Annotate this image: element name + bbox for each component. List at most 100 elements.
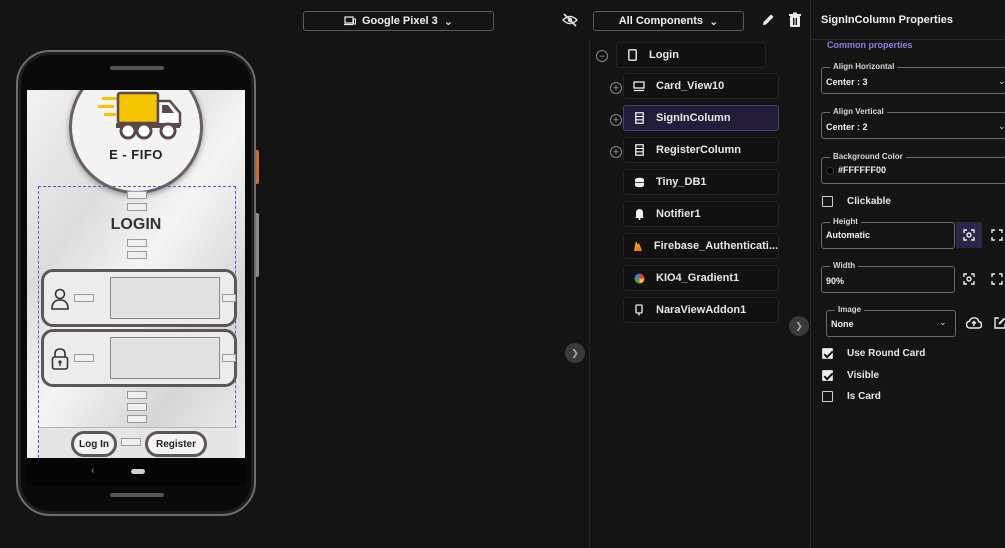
height-fill-button[interactable] [984,222,1005,248]
tree-item-signin-column[interactable]: SignInColumn [623,105,779,131]
placeholder-block [127,239,147,247]
tree-item-label: KIO4_Gradient1 [656,272,740,284]
field-label: Align Vertical [830,107,887,116]
clickable-checkbox[interactable] [822,196,833,207]
phone-power-button [256,150,259,184]
field-label: Align Horizontal [830,62,898,71]
field-label: Background Color [830,152,906,161]
tree-item-naraview-addon1[interactable]: NaraViewAddon1 [623,297,779,323]
properties-header: SignInColumn Properties [811,0,1005,40]
align-horizontal-select[interactable]: Align Horizontal Center : 3 ⌄ [821,62,1005,94]
placeholder-block [127,403,147,411]
android-nav-bar: ‹ [27,458,245,486]
back-icon[interactable]: ‹ [91,465,94,476]
field-label: Image [835,305,865,314]
tree-item-login[interactable]: Login [616,42,766,68]
chevron-down-icon: ⌄ [939,317,947,327]
tree-item-label: Tiny_DB1 [656,176,707,188]
column-icon [632,143,646,157]
phone-screen[interactable]: E - FIFO Log In Register LOGIN [27,90,245,458]
placeholder-block [74,354,94,362]
tree-item-label: Firebase_Authenticati... [653,240,778,252]
logo-circle[interactable]: E - FIFO [69,90,203,194]
align-vertical-select[interactable]: Align Vertical Center : 2 ⌄ [821,107,1005,139]
chevron-right-icon: ❯ [795,320,803,331]
tree-item-label: Login [649,49,679,61]
login-button[interactable]: Log In [71,431,117,457]
username-card[interactable] [41,269,237,327]
username-input[interactable] [110,277,220,319]
phone-frame: E - FIFO Log In Register LOGIN ‹ [16,50,256,516]
addon-icon [632,303,646,317]
collapse-canvas-button[interactable]: ❯ [565,343,585,363]
chevron-down-icon: ⌄ [998,121,1005,131]
app-root: Google Pixel 3 ⌄ All Components ⌄ E - FI… [0,0,1005,548]
bell-icon [632,207,646,221]
edit-icon [994,317,1005,329]
visible-label: Visible [847,370,880,381]
pencil-icon[interactable] [761,13,775,27]
field-value: Automatic [826,230,871,240]
expand-toggle-icon[interactable]: + [610,82,622,94]
tree-item-label: SignInColumn [656,112,731,124]
visible-checkbox[interactable] [822,370,833,381]
image-select[interactable]: Image None ⌄ [826,305,956,337]
placeholder-block [127,251,147,259]
lock-icon [51,348,69,370]
color-swatch[interactable] [826,167,834,175]
expand-toggle-icon[interactable]: + [610,146,622,158]
background-color-field[interactable]: Background Color #FFFFFF00 [821,152,1005,184]
tree-item-notifier1[interactable]: Notifier1 [623,201,779,227]
tree-item-tiny-db1[interactable]: Tiny_DB1 [623,169,779,195]
field-label: Height [830,217,861,226]
field-value: Center : 3 [826,77,868,87]
chevron-down-icon: ⌄ [443,15,454,28]
placeholder-block [127,191,147,199]
chevron-down-icon: ⌄ [709,15,719,28]
eye-off-icon[interactable] [562,12,578,28]
height-auto-button[interactable] [956,222,982,248]
tree-item-firebase-auth[interactable]: Firebase_Authenticati... [623,233,779,259]
common-properties-heading: Common properties [827,40,913,50]
placeholder-block [222,354,236,362]
button-row: Log In Register [39,427,237,458]
screen-icon [625,48,639,62]
component-tree: − Login + Card_View10 + SignInColumn + R… [589,40,810,548]
phone-chin [110,493,164,497]
logo-text: E - FIFO [109,147,163,162]
height-field[interactable]: Height Automatic [821,217,955,249]
home-icon[interactable] [131,469,145,474]
collapse-toggle-icon[interactable]: − [596,50,608,62]
placeholder-block [127,203,147,211]
chevron-right-icon: ❯ [571,347,579,358]
collapse-tree-button[interactable]: ❯ [789,316,809,336]
tree-item-card-view10[interactable]: Card_View10 [623,73,779,99]
firebase-icon [632,239,644,253]
upload-image-button[interactable] [961,310,987,336]
edit-image-button[interactable] [987,310,1005,336]
expand-toggle-icon[interactable]: + [610,114,622,126]
placeholder-block [74,294,94,302]
field-value: Center : 2 [826,122,868,132]
column-icon [632,111,646,125]
password-input[interactable] [110,337,220,379]
placeholder-block [222,294,236,302]
field-label: Width [830,261,859,270]
field-value: #FFFFFF00 [838,165,887,175]
gradient-icon [632,271,646,285]
database-icon [632,175,646,189]
is-card-checkbox[interactable] [822,391,833,402]
tree-item-kio4-gradient1[interactable]: KIO4_Gradient1 [623,265,779,291]
trash-icon[interactable] [788,12,802,28]
components-select[interactable]: All Components ⌄ [593,11,744,31]
use-round-card-checkbox[interactable] [822,348,833,359]
width-field[interactable]: Width 90% [821,261,955,293]
tree-item-register-column[interactable]: RegisterColumn [623,137,779,163]
width-fill-button[interactable] [984,266,1005,292]
width-auto-button[interactable] [956,266,982,292]
field-value: None [831,319,854,329]
truck-icon [98,91,182,140]
device-select[interactable]: Google Pixel 3 ⌄ [303,11,494,31]
password-card[interactable] [41,329,237,387]
register-button[interactable]: Register [145,431,207,457]
